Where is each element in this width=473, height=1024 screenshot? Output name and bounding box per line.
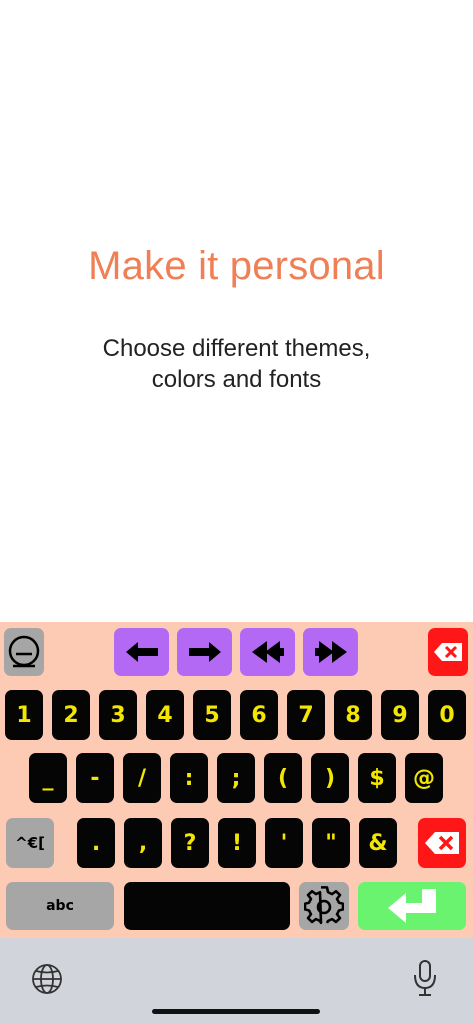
delete-x-icon	[434, 643, 462, 661]
key-exclamation[interactable]: !	[218, 818, 256, 868]
page-title: Make it personal	[88, 244, 385, 288]
space-bar[interactable]	[124, 882, 290, 930]
subtitle-line-2: colors and fonts	[151, 366, 322, 393]
cursor-right-button[interactable]	[177, 628, 232, 676]
emoji-button[interactable]	[4, 628, 44, 676]
abc-button[interactable]: abc	[6, 882, 114, 930]
key-2[interactable]: 2	[52, 690, 90, 740]
key-9[interactable]: 9	[381, 690, 419, 740]
key-4[interactable]: 4	[146, 690, 184, 740]
double-arrow-right-icon	[314, 641, 347, 663]
key-slash[interactable]: /	[123, 753, 161, 803]
cursor-left-button[interactable]	[114, 628, 169, 676]
double-arrow-left-icon	[251, 641, 284, 663]
key-dollar[interactable]: $	[358, 753, 396, 803]
key-comma[interactable]: ,	[124, 818, 162, 868]
key-hyphen[interactable]: -	[76, 753, 114, 803]
gear-icon	[304, 886, 344, 925]
backspace-button[interactable]	[418, 818, 466, 868]
clear-button[interactable]	[428, 628, 468, 676]
key-5[interactable]: 5	[193, 690, 231, 740]
globe-button[interactable]	[30, 962, 64, 996]
key-period[interactable]: .	[77, 818, 115, 868]
page-subtitle: Choose different themes, colors and font…	[60, 333, 413, 395]
subtitle-line-1: Choose different themes,	[102, 335, 371, 362]
word-left-button[interactable]	[240, 628, 295, 676]
microphone-icon	[414, 960, 436, 996]
word-right-button[interactable]	[303, 628, 358, 676]
more-symbols-button[interactable]: ^€[	[6, 818, 54, 868]
enter-button[interactable]	[358, 882, 466, 930]
key-apostrophe[interactable]: '	[265, 818, 303, 868]
key-7[interactable]: 7	[287, 690, 325, 740]
arrow-left-icon	[125, 642, 158, 662]
home-indicator	[152, 1009, 320, 1014]
key-8[interactable]: 8	[334, 690, 372, 740]
key-3[interactable]: 3	[99, 690, 137, 740]
key-1[interactable]: 1	[5, 690, 43, 740]
key-underscore[interactable]: _	[29, 753, 67, 803]
return-arrow-icon	[388, 889, 436, 923]
globe-icon	[32, 964, 62, 994]
emoji-face-icon	[8, 635, 40, 668]
settings-button[interactable]	[299, 882, 349, 930]
key-6[interactable]: 6	[240, 690, 278, 740]
key-open-paren[interactable]: (	[264, 753, 302, 803]
key-colon[interactable]: :	[170, 753, 208, 803]
key-close-paren[interactable]: )	[311, 753, 349, 803]
key-ampersand[interactable]: &	[359, 818, 397, 868]
key-quote[interactable]: "	[312, 818, 350, 868]
microphone-button[interactable]	[410, 958, 440, 998]
backspace-icon	[425, 832, 459, 854]
key-question[interactable]: ?	[171, 818, 209, 868]
arrow-right-icon	[188, 642, 221, 662]
onboarding-panel: Make it personal Choose different themes…	[0, 0, 473, 622]
key-semicolon[interactable]: ;	[217, 753, 255, 803]
key-0[interactable]: 0	[428, 690, 466, 740]
key-at[interactable]: @	[405, 753, 443, 803]
keyboard: 1 2 3 4 5 6 7 8 9 0 _ - / : ; ( ) $ @ ^€…	[0, 622, 473, 938]
